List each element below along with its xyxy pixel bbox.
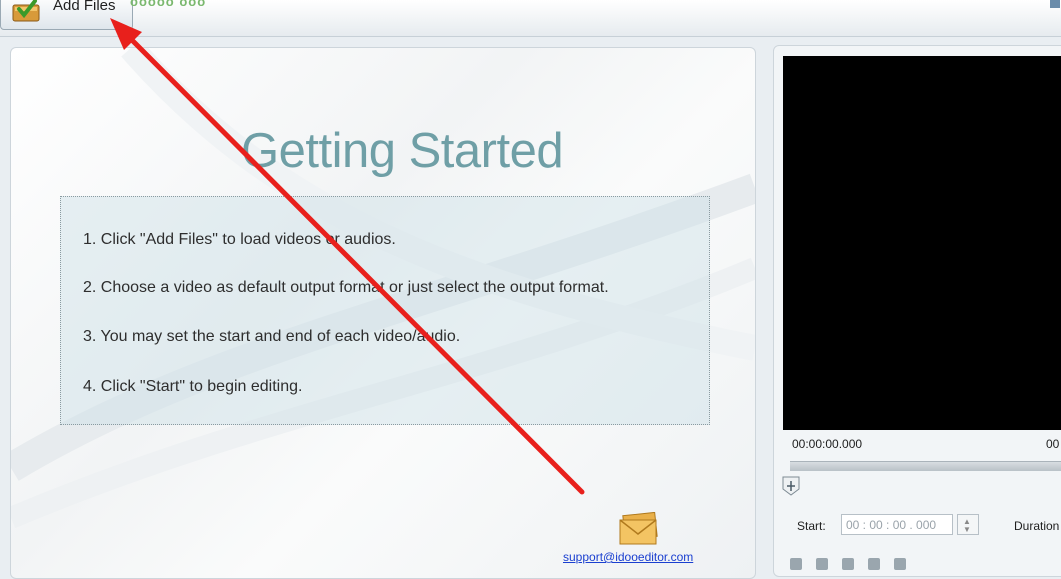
step-4: 4. Click "Start" to begin editing. (83, 378, 303, 395)
add-files-button[interactable]: Add Files (0, 0, 133, 30)
step-2: 2. Choose a video as default output form… (83, 279, 609, 296)
support-email-link[interactable]: support@idooeditor.com (563, 550, 693, 564)
envelope-icon[interactable] (618, 512, 660, 546)
start-label: Start: (797, 519, 826, 533)
add-file-icon (12, 0, 40, 22)
video-preview[interactable] (783, 56, 1061, 430)
volume-icon[interactable] (894, 558, 906, 570)
spinner-down-icon[interactable]: ▼ (963, 526, 971, 534)
step-1: 1. Click "Add Files" to load videos or a… (83, 231, 396, 248)
play-icon[interactable] (790, 558, 802, 570)
start-time-input[interactable] (841, 514, 953, 535)
toolbar-faded-text: ooooo ooo (130, 0, 207, 9)
seek-bar[interactable] (790, 461, 1061, 471)
add-files-label: Add Files (53, 0, 116, 14)
seek-handle-icon[interactable] (782, 476, 800, 496)
steps-box: 1. Click "Add Files" to load videos or a… (60, 196, 710, 425)
toolbar-corner-icon (1050, 0, 1060, 8)
current-time: 00:00:00.000 (792, 437, 863, 451)
stop-icon[interactable] (816, 558, 828, 570)
snapshot-icon[interactable] (842, 558, 854, 570)
duration-label: Duration (1014, 519, 1060, 533)
step-3: 3. You may set the start and end of each… (83, 328, 461, 345)
start-time-spinner[interactable]: ▲ ▼ (957, 514, 979, 535)
folder-icon[interactable] (868, 558, 880, 570)
getting-started-panel: Getting Started 1. Click "Add Files" to … (10, 47, 756, 579)
toolbar: Add Files ooooo ooo (0, 0, 1061, 37)
preview-panel: 00:00:00.000 00 Start: ▲ ▼ Duration (773, 45, 1061, 577)
total-time: 00 (1046, 437, 1060, 451)
getting-started-title: Getting Started (241, 124, 564, 178)
